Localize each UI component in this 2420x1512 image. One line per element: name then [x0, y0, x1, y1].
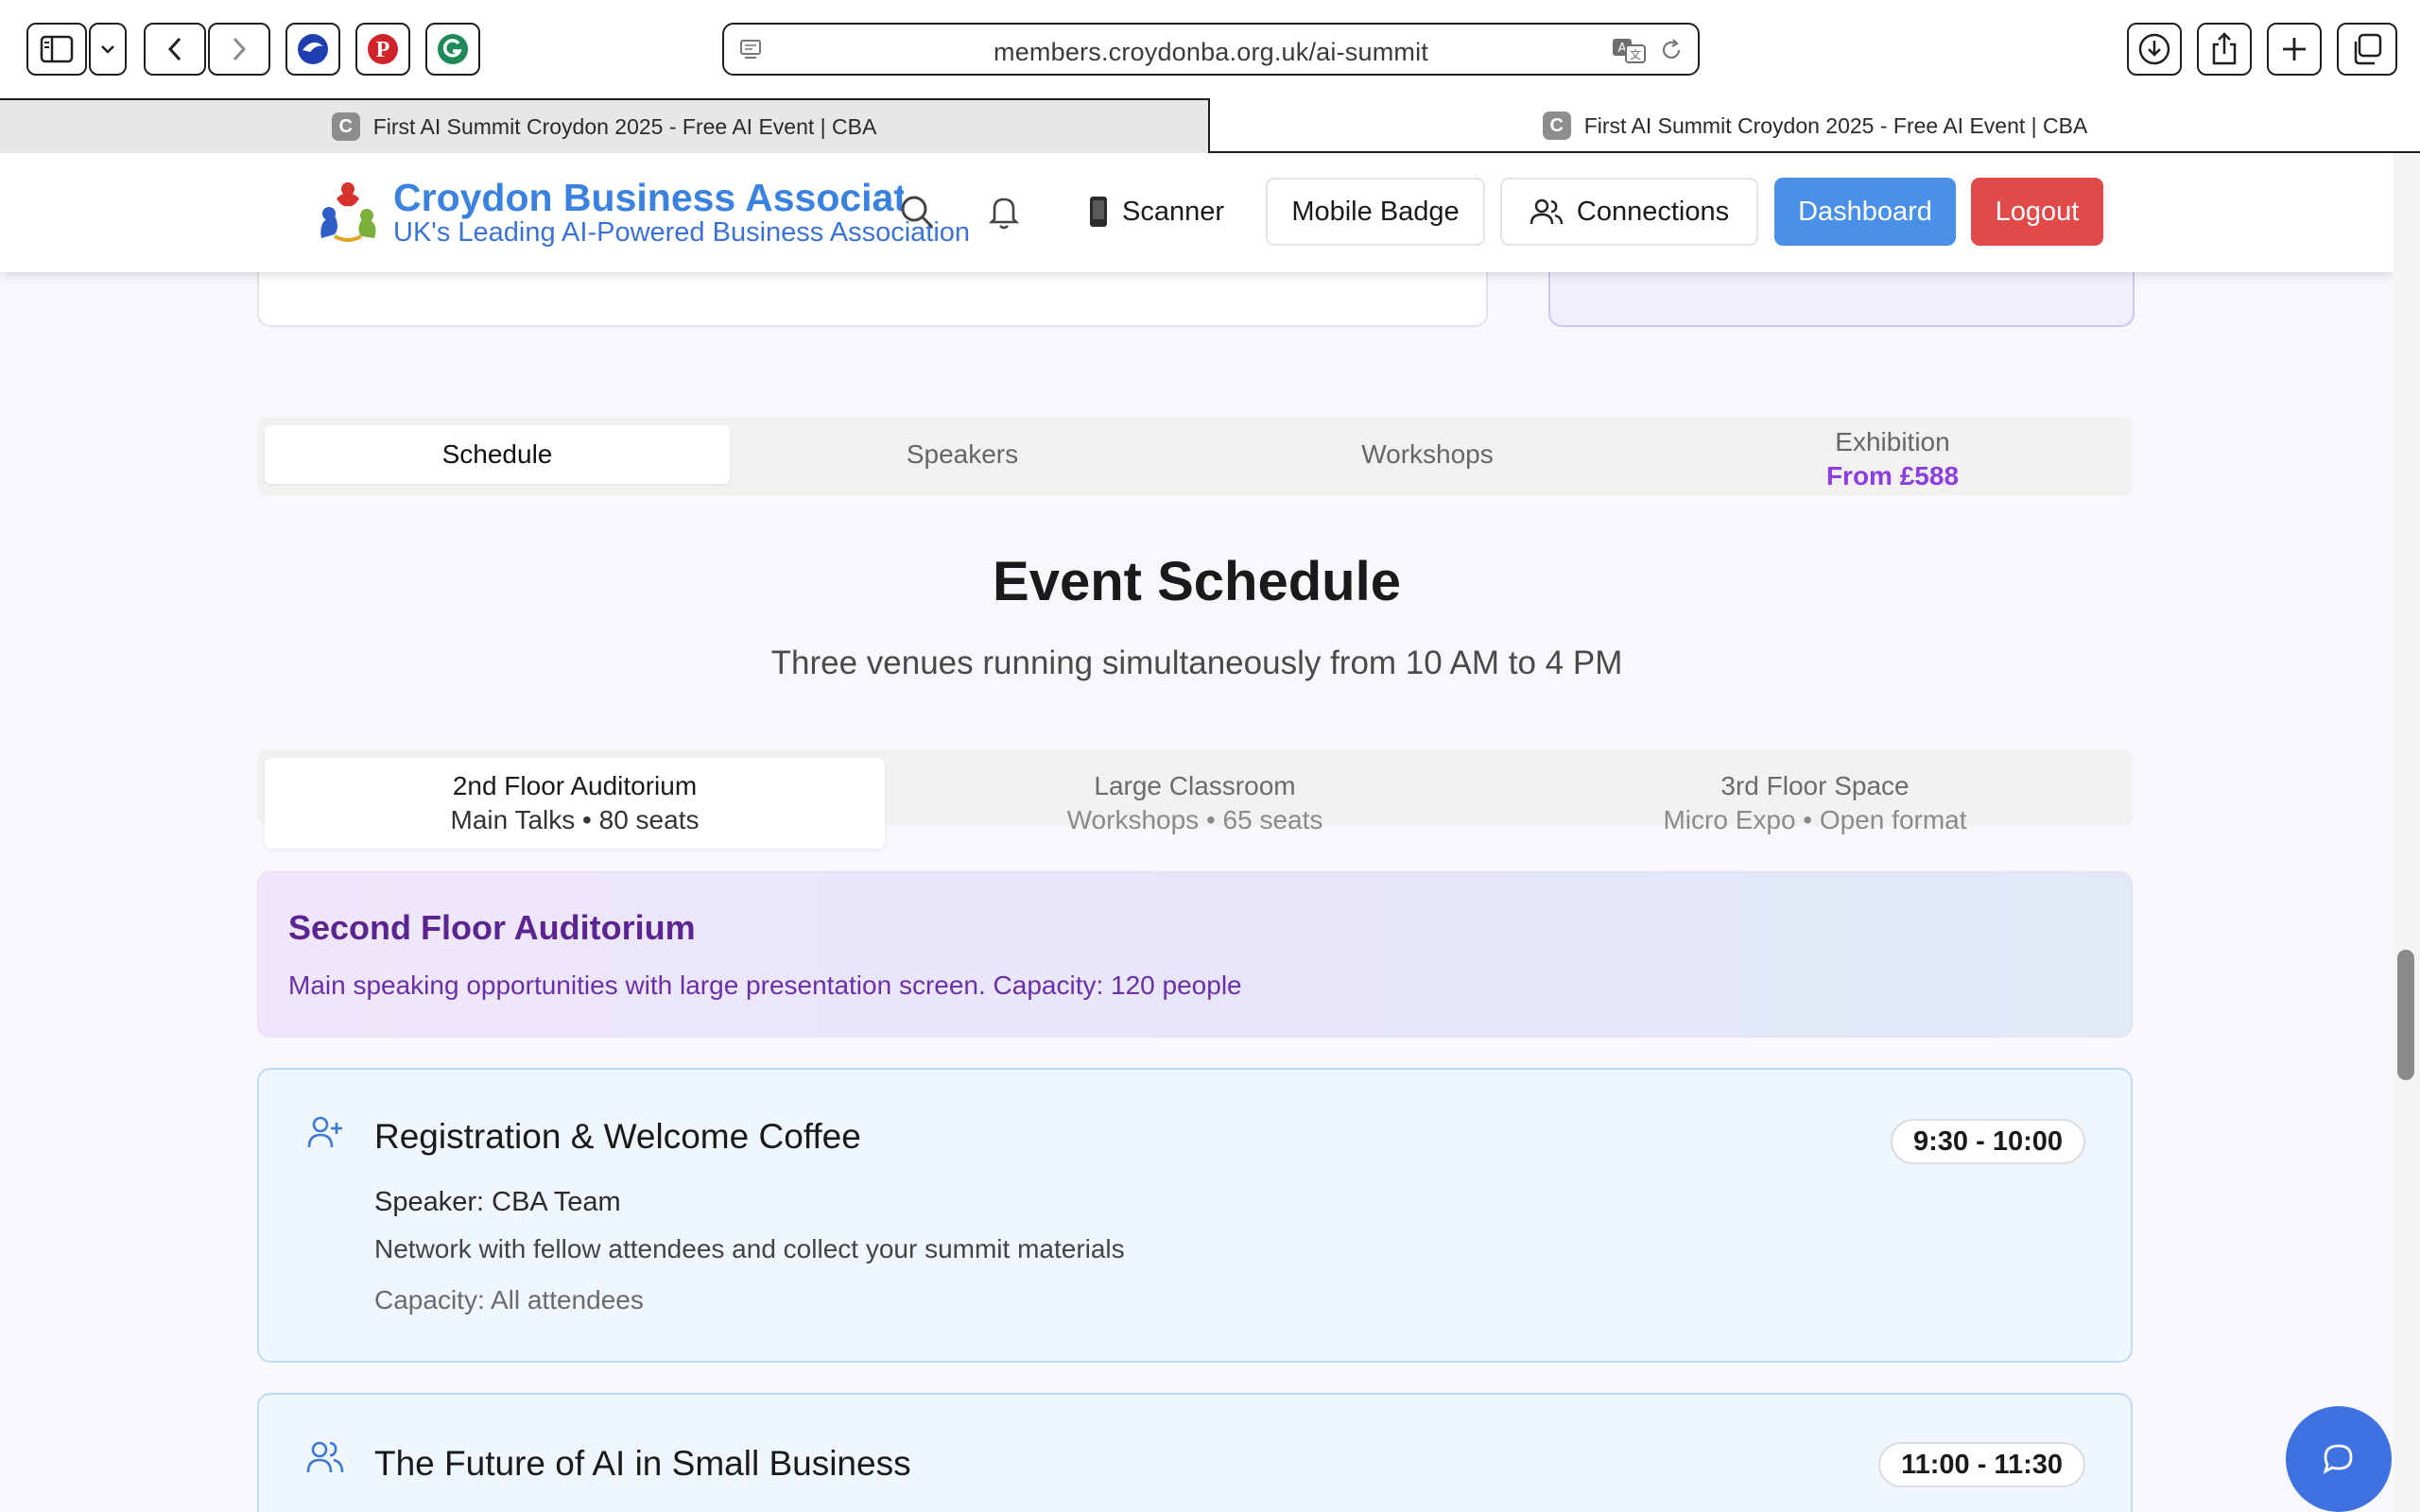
venue-name: Large Classroom	[1094, 771, 1296, 800]
svg-text:文: 文	[1630, 47, 1641, 61]
bell-icon[interactable]	[987, 193, 1021, 231]
connections-button[interactable]: Connections	[1500, 178, 1758, 246]
venue-tab-3rd-floor[interactable]: 3rd Floor Space Micro Expo • Open format	[1505, 758, 2125, 849]
plus-icon	[2283, 38, 2306, 60]
users-icon	[1530, 198, 1564, 225]
venue-info-banner: Second Floor Auditorium Main speaking op…	[257, 871, 2133, 1038]
site-header: Croydon Business Association UK's Leadin…	[0, 153, 2394, 272]
connections-label: Connections	[1576, 196, 1730, 227]
url-text: members.croydonba.org.uk/ai-summit	[994, 38, 1428, 66]
translate-icon[interactable]: A文	[1611, 36, 1647, 64]
tab-exhibition-label: Exhibition	[1835, 427, 1950, 456]
sidebar-icon	[40, 35, 74, 63]
chat-button[interactable]	[2286, 1406, 2392, 1512]
venue-banner-description: Main speaking opportunities with large p…	[288, 971, 1242, 1000]
session-time-badge: 9:30 - 10:00	[1891, 1119, 2085, 1164]
tab-overview-button[interactable]	[2337, 23, 2397, 76]
brand-tagline: UK's Leading AI-Powered Business Associa…	[393, 217, 971, 248]
reload-icon[interactable]	[1658, 37, 1685, 63]
chat-bubble-icon	[2323, 1444, 2353, 1474]
summit-tabs: Schedule Speakers Workshops Exhibition F…	[257, 418, 2133, 495]
pinterest-extension-button[interactable]: P	[355, 23, 410, 76]
extension-globe-icon	[298, 34, 328, 64]
sidebar-toggle-button[interactable]	[26, 23, 87, 76]
share-button[interactable]	[2197, 23, 2252, 76]
new-tab-button[interactable]	[2267, 23, 2322, 76]
tabs-overview-icon	[2354, 33, 2382, 65]
dashboard-label: Dashboard	[1798, 196, 1932, 227]
sidebar-menu-button[interactable]	[89, 23, 127, 76]
venue-name: 2nd Floor Auditorium	[452, 771, 698, 800]
tab-schedule[interactable]: Schedule	[265, 425, 730, 484]
venue-tab-auditorium[interactable]: 2nd Floor Auditorium Main Talks • 80 sea…	[265, 758, 885, 849]
site-favicon-icon: C	[1542, 112, 1571, 140]
browser-tab-bar: C First AI Summit Croydon 2025 - Free AI…	[0, 98, 2420, 153]
grammarly-icon	[438, 34, 468, 64]
browser-tab-2[interactable]: C First AI Summit Croydon 2025 - Free AI…	[1210, 98, 2420, 153]
venue-detail: Micro Expo • Open format	[1663, 805, 1967, 834]
user-plus-icon	[307, 1116, 342, 1148]
mobile-badge-label: Mobile Badge	[1291, 196, 1460, 227]
chevron-left-icon	[167, 37, 182, 61]
venue-detail: Main Talks • 80 seats	[450, 805, 700, 834]
logout-label: Logout	[1995, 196, 2080, 227]
venue-name: 3rd Floor Space	[1720, 771, 1910, 800]
tab-title: First AI Summit Croydon 2025 - Free AI E…	[372, 113, 877, 139]
session-time-badge: 11:00 - 11:30	[1878, 1442, 2085, 1487]
logout-button[interactable]: Logout	[1971, 178, 2103, 246]
venue-tabs: 2nd Floor Auditorium Main Talks • 80 sea…	[257, 750, 2133, 849]
page-scrollbar[interactable]	[2394, 153, 2420, 1512]
brand-name-wrapper[interactable]: Croydon Business Association	[393, 176, 904, 219]
tab-workshops[interactable]: Workshops	[1195, 425, 1660, 484]
cba-logo-icon[interactable]	[316, 178, 382, 244]
venue-tab-large-classroom[interactable]: Large Classroom Workshops • 65 seats	[885, 758, 1505, 849]
phone-icon	[1089, 197, 1107, 227]
exhibition-price: From £588	[1825, 461, 1960, 490]
schedule-subtitle: Three venues running simultaneously from…	[770, 644, 1623, 681]
venue-banner-title: Second Floor Auditorium	[288, 908, 696, 947]
session-title: The Future of AI in Small Business	[374, 1444, 911, 1483]
extension-button-1[interactable]	[285, 23, 340, 76]
tab-speakers-label: Speakers	[906, 439, 1019, 469]
tab-speakers[interactable]: Speakers	[730, 425, 1195, 484]
session-speaker: Speaker: CBA Team	[374, 1187, 621, 1217]
session-capacity: Capacity: All attendees	[374, 1285, 644, 1314]
scrollbar-thumb[interactable]	[2397, 950, 2414, 1080]
venue-detail: Workshops • 65 seats	[1066, 805, 1323, 834]
schedule-title: Event Schedule	[993, 551, 1401, 612]
tab-workshops-label: Workshops	[1361, 439, 1494, 469]
scanner-label: Scanner	[1121, 196, 1224, 227]
address-bar[interactable]: members.croydonba.org.uk/ai-summit A文	[722, 23, 1700, 76]
scanner-button[interactable]: Scanner	[1076, 178, 1236, 246]
share-icon	[2212, 32, 2237, 65]
brand-name: Croydon Business Association	[393, 176, 904, 219]
pinterest-icon: P	[368, 34, 398, 64]
forward-button[interactable]	[208, 23, 270, 76]
chevron-down-icon	[101, 45, 114, 54]
mobile-badge-button[interactable]: Mobile Badge	[1266, 178, 1485, 246]
tab-exhibition[interactable]: Exhibition From £588	[1660, 423, 2125, 495]
search-icon[interactable]	[898, 193, 936, 231]
downloads-button[interactable]	[2127, 23, 2182, 76]
session-description: Network with fellow attendees and collec…	[374, 1234, 1125, 1263]
session-card: The Future of AI in Small Business 11:00…	[257, 1393, 2133, 1512]
tab-schedule-label: Schedule	[441, 439, 553, 469]
site-favicon-icon: C	[331, 112, 360, 141]
session-card: Registration & Welcome Coffee 9:30 - 10:…	[257, 1068, 2133, 1363]
svg-text:P: P	[376, 38, 390, 62]
tab-title: First AI Summit Croydon 2025 - Free AI E…	[1583, 112, 2088, 138]
page-viewport: Croydon Business Association UK's Leadin…	[0, 153, 2394, 1512]
dashboard-button[interactable]: Dashboard	[1774, 178, 1956, 246]
back-button[interactable]	[144, 23, 206, 76]
session-title: Registration & Welcome Coffee	[374, 1117, 861, 1156]
grammarly-extension-button[interactable]	[425, 23, 480, 76]
users-icon	[306, 1441, 344, 1473]
browser-tab-1[interactable]: C First AI Summit Croydon 2025 - Free AI…	[0, 98, 1210, 153]
chevron-right-icon	[233, 37, 247, 61]
download-icon	[2138, 33, 2170, 65]
browser-toolbar: P members.croydonba.org.uk/ai-summit A文	[0, 0, 2420, 98]
